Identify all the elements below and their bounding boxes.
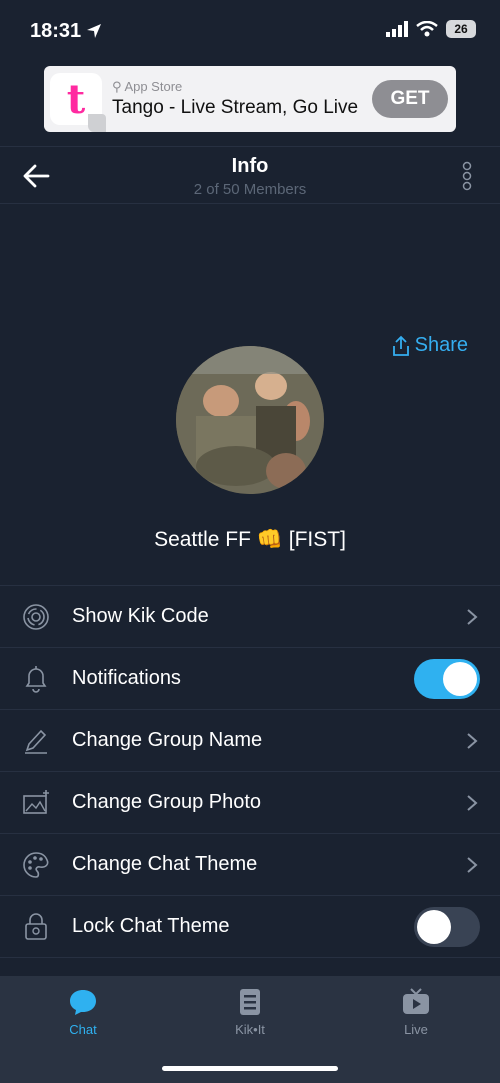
battery-icon: 26 [446, 20, 476, 38]
ad-title: Tango - Live Stream, Go Live [112, 97, 359, 118]
palette-icon [23, 852, 49, 878]
group-name: Seattle FF 👊 [FIST] [154, 528, 346, 551]
kikit-icon [240, 989, 260, 1015]
menu-lock-chat-theme: Lock Chat Theme [0, 895, 500, 957]
toggle-knob [443, 662, 477, 696]
lock-theme-toggle[interactable] [414, 907, 480, 947]
tab-kikit[interactable]: Kik•It [190, 986, 310, 1037]
notifications-toggle[interactable] [414, 659, 480, 699]
tab-chat[interactable]: Chat [23, 986, 143, 1037]
app-store-icon: ⚲ [112, 79, 122, 94]
live-tv-icon [403, 988, 429, 1014]
photo-icon [23, 790, 49, 814]
ad-text: ⚲ App Store Tango - Live Stream, Go Live [112, 79, 372, 119]
chat-bubble-icon [70, 990, 96, 1015]
status-bar: 18:31 26 [0, 0, 500, 62]
tab-label: Live [404, 1022, 428, 1037]
wifi-icon [416, 21, 438, 37]
menu-change-group-name[interactable]: Change Group Name [0, 709, 500, 771]
status-right: 26 [386, 20, 476, 38]
share-icon [392, 335, 409, 356]
location-arrow-icon [87, 24, 101, 38]
home-indicator [162, 1066, 338, 1071]
chevron-right-icon [467, 795, 478, 811]
tab-live[interactable]: Live [356, 986, 476, 1037]
chevron-right-icon [467, 609, 478, 625]
share-button[interactable]: Share [391, 334, 468, 357]
chevron-right-icon [467, 733, 478, 749]
menu-label: Lock Chat Theme [72, 915, 230, 937]
ad-banner[interactable]: t ⚲ App Store Tango - Live Stream, Go Li… [44, 66, 456, 132]
toggle-knob [417, 910, 451, 944]
menu-label: Change Group Photo [72, 791, 262, 813]
menu-label: Show Kik Code [72, 605, 209, 627]
menu-change-group-photo[interactable]: Change Group Photo [0, 771, 500, 833]
menu-label: Notifications [72, 667, 181, 689]
share-label: Share [414, 334, 468, 356]
menu-change-chat-theme[interactable]: Change Chat Theme [0, 833, 500, 895]
menu-label: Change Chat Theme [72, 853, 258, 875]
more-options-icon[interactable] [460, 161, 474, 191]
avatar-photo [176, 346, 324, 494]
tab-label: Chat [69, 1022, 97, 1037]
page-title: Info [231, 155, 269, 177]
bell-icon [25, 666, 47, 693]
signal-icon [386, 21, 408, 37]
ad-store-text: App Store [124, 79, 183, 94]
member-count: 2 of 50 Members [193, 181, 307, 198]
menu-label: Change Group Name [72, 729, 263, 751]
ad-close-icon[interactable] [88, 114, 106, 132]
lock-palette-icon [25, 913, 47, 940]
status-time: 18:31 [30, 20, 82, 42]
group-avatar[interactable] [176, 346, 324, 494]
ad-get-button[interactable]: GET [372, 80, 448, 118]
chevron-right-icon [467, 857, 478, 873]
tab-label: Kik•It [235, 1022, 265, 1037]
pencil-icon [25, 729, 47, 754]
ad-store-label: ⚲ App Store [112, 79, 372, 95]
menu-notifications: Notifications [0, 647, 500, 709]
settings-menu: Show Kik Code Notifications Change Group… [0, 585, 500, 1019]
kik-code-icon [23, 604, 49, 630]
menu-show-kik-code[interactable]: Show Kik Code [0, 585, 500, 647]
header: Info 2 of 50 Members [0, 146, 500, 204]
